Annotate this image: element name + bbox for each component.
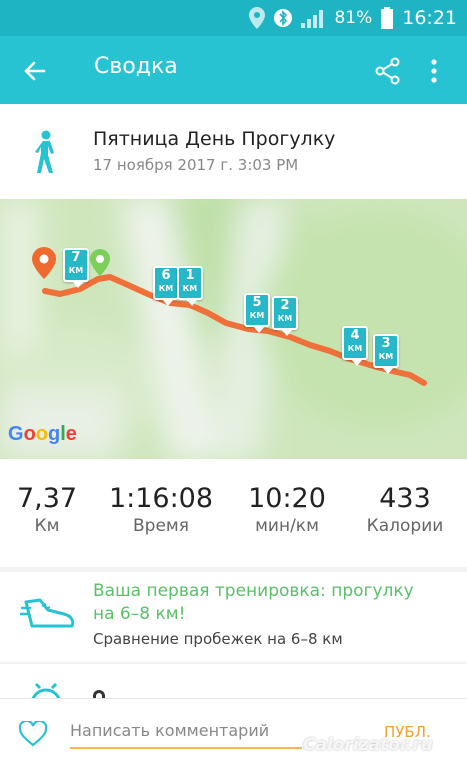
km-marker[interactable]: 2 КМ (272, 296, 298, 336)
stat-distance: 7,37 Км (16, 483, 78, 536)
km-marker-unit: КМ (347, 344, 363, 353)
app-bar: Сводка (0, 36, 467, 104)
activity-name: Пятница День Прогулку (93, 128, 336, 150)
km-marker-number: 6 (161, 268, 171, 283)
km-marker-unit: КМ (277, 314, 293, 323)
achievement-card[interactable]: Ваша первая тренировка: прогулку на 6–8 … (0, 572, 467, 662)
km-marker[interactable]: 1 КМ (177, 266, 203, 306)
km-marker-pointer (351, 359, 363, 366)
watermark: Calorizator.ru (303, 735, 433, 755)
km-marker-pointer (186, 299, 198, 306)
km-marker-number: 4 (350, 328, 360, 343)
km-marker-number: 7 (71, 250, 81, 265)
km-marker-unit: КМ (158, 284, 174, 293)
achievement-title-line2: на 6–8 км! (93, 604, 186, 624)
route-map[interactable]: 7 КМ 6 КМ 1 КМ 5 КМ 2 КМ 4 КМ 3 КМ Google (0, 199, 467, 459)
km-marker-pointer (281, 329, 293, 336)
stat-label: Км (34, 516, 60, 536)
heart-icon[interactable] (19, 721, 47, 747)
more-vert-icon[interactable] (424, 56, 444, 86)
achievement-subtitle: Сравнение пробежек на 6–8 км (93, 630, 343, 648)
location-icon (249, 7, 266, 29)
achievement-title: Ваша первая тренировка: прогулку на 6–8 … (93, 580, 414, 626)
map-canvas (0, 199, 467, 459)
clock: 16:21 (402, 7, 457, 29)
status-bar: 81% 16:21 (0, 0, 467, 36)
comment-input-underline (70, 747, 302, 749)
achievement-title-line1: Ваша первая тренировка: прогулку (93, 581, 414, 601)
km-marker[interactable]: 5 КМ (244, 293, 270, 333)
activity-date: 17 ноября 2017 г. 3:03 PM (93, 156, 299, 174)
comment-bar: Написать комментарий ПУБЛ. (0, 698, 467, 768)
signal-icon (301, 10, 324, 28)
km-marker[interactable]: 6 КМ (153, 266, 179, 306)
km-marker-number: 3 (381, 336, 391, 351)
activity-header: Пятница День Прогулку 17 ноября 2017 г. … (0, 104, 467, 199)
stat-value: 10:20 (248, 483, 326, 514)
comment-input[interactable]: Написать комментарий (70, 721, 269, 740)
stat-label: Калории (366, 516, 444, 536)
km-marker-number: 2 (280, 298, 290, 313)
stat-time: 1:16:08 Время (106, 483, 216, 536)
km-marker-number: 1 (185, 268, 195, 283)
page-title: Сводка (94, 54, 178, 79)
back-arrow-icon[interactable] (20, 56, 50, 86)
running-shoe-icon (20, 598, 75, 628)
stat-pace: 10:20 мин/км (242, 483, 332, 536)
stat-label: Время (133, 516, 189, 536)
walking-person-icon (35, 130, 54, 173)
km-marker[interactable]: 7 КМ (63, 248, 89, 288)
stat-value: 433 (379, 483, 431, 514)
km-marker-pointer (162, 299, 174, 306)
km-marker-pointer (72, 281, 84, 288)
battery-percent: 81% (334, 8, 373, 28)
google-logo: Google (8, 423, 77, 445)
km-marker-unit: КМ (378, 352, 394, 361)
bluetooth-icon (274, 9, 293, 27)
share-icon[interactable] (373, 56, 403, 86)
stats-panel: 7,37 Км 1:16:08 Время 10:20 мин/км 433 К… (0, 459, 467, 567)
stat-value: 1:16:08 (108, 483, 214, 514)
km-marker-pointer (253, 326, 265, 333)
battery-icon (381, 7, 394, 29)
km-marker[interactable]: 3 КМ (373, 334, 399, 374)
km-marker-unit: КМ (249, 311, 265, 320)
stat-calories: 433 Калории (358, 483, 452, 536)
km-marker-number: 5 (252, 295, 262, 310)
km-marker-unit: КМ (68, 266, 84, 275)
stat-label: мин/км (255, 516, 319, 536)
km-marker[interactable]: 4 КМ (342, 326, 368, 366)
stat-value: 7,37 (16, 483, 78, 514)
km-marker-unit: КМ (182, 284, 198, 293)
km-marker-pointer (382, 367, 394, 374)
